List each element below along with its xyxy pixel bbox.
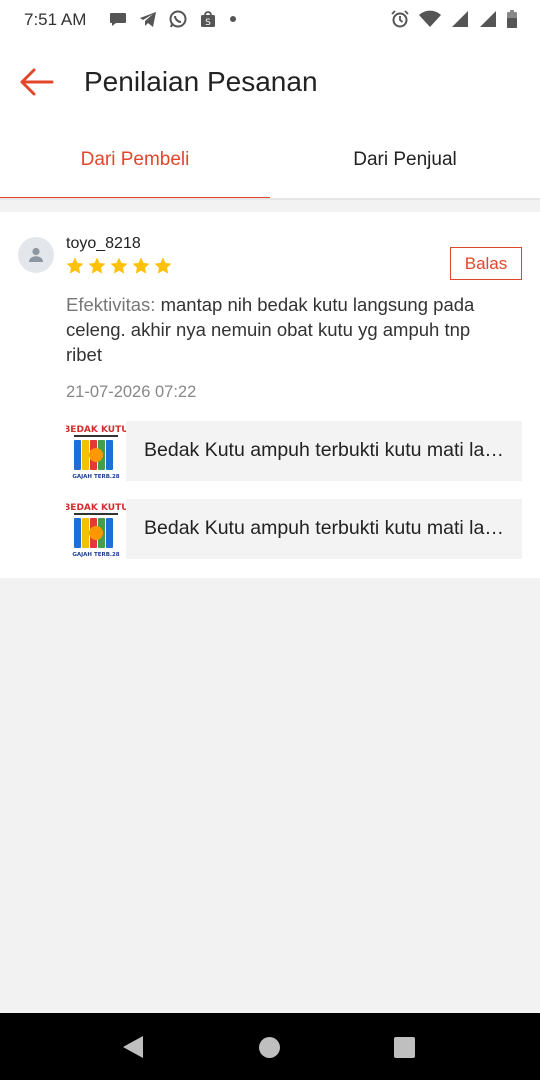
tab-bar: Dari Pembeli Dari Penjual [0, 124, 540, 200]
chat-bubble-icon [110, 13, 126, 26]
more-dot-icon [230, 16, 236, 22]
product-thumbnail: BEDAK KUTU GAJAH TERB.28 [66, 499, 126, 559]
nav-home-icon[interactable] [259, 1037, 280, 1058]
product-item[interactable]: BEDAK KUTU GAJAH TERB.28 Bedak Kutu ampu… [66, 499, 522, 559]
back-button[interactable] [14, 60, 58, 104]
product-name: Bedak Kutu ampuh terbukti kutu mati lang… [144, 439, 508, 461]
shopee-icon: S [201, 11, 215, 28]
product-thumbnail: BEDAK KUTU GAJAH TERB.28 [66, 421, 126, 481]
app-bar: Penilaian Pesanan [0, 40, 540, 124]
svg-text:BEDAK KUTU: BEDAK KUTU [66, 503, 126, 513]
signal-icon [452, 11, 468, 27]
notification-icons: S [108, 9, 236, 29]
svg-text:GAJAH TERB.28: GAJAH TERB.28 [72, 552, 119, 558]
product-item[interactable]: BEDAK KUTU GAJAH TERB.28 Bedak Kutu ampu… [66, 421, 522, 481]
user-icon [29, 247, 43, 262]
tab-from-seller[interactable]: Dari Penjual [270, 124, 540, 200]
svg-text:S: S [205, 18, 211, 28]
status-bar: 7:51 AM S [0, 0, 540, 40]
review-label: Efektivitas: [66, 294, 156, 315]
star-icon [110, 257, 128, 274]
system-nav-bar [0, 1013, 540, 1080]
page-title: Penilaian Pesanan [84, 66, 318, 97]
star-icon [132, 257, 150, 274]
alarm-icon [391, 10, 409, 28]
star-icon [88, 257, 106, 274]
status-time: 7:51 AM [24, 10, 87, 29]
review-date: 21-07-2026 07:22 [66, 383, 197, 401]
battery-icon [507, 10, 517, 28]
svg-text:BEDAK KUTU: BEDAK KUTU [66, 425, 126, 435]
telegram-icon [140, 12, 156, 27]
star-icon [66, 257, 84, 274]
back-arrow-icon [20, 68, 54, 96]
avatar [18, 237, 54, 273]
review-card: toyo_8218 Balas Efektivitas: mantap nih … [0, 212, 540, 578]
nav-recents-icon[interactable] [394, 1037, 415, 1058]
tabs-divider [0, 198, 540, 200]
signal-icon [480, 11, 496, 27]
reviewer-username: toyo_8218 [66, 235, 141, 252]
star-icon [154, 257, 172, 274]
nav-back-icon[interactable] [121, 1034, 145, 1060]
product-image-icon: BEDAK KUTU GAJAH TERB.28 [66, 421, 126, 481]
review-text: Efektivitas: mantap nih bedak kutu langs… [66, 292, 496, 367]
reply-button[interactable]: Balas [450, 247, 522, 280]
whatsapp-icon [169, 10, 187, 28]
svg-text:GAJAH TERB.28: GAJAH TERB.28 [72, 474, 119, 480]
product-name: Bedak Kutu ampuh terbukti kutu mati lang… [144, 517, 508, 539]
tab-from-buyer[interactable]: Dari Pembeli [0, 124, 270, 200]
star-rating [65, 256, 173, 276]
product-image-icon: BEDAK KUTU GAJAH TERB.28 [66, 499, 126, 559]
wifi-icon [419, 10, 441, 27]
system-icons [390, 9, 518, 29]
